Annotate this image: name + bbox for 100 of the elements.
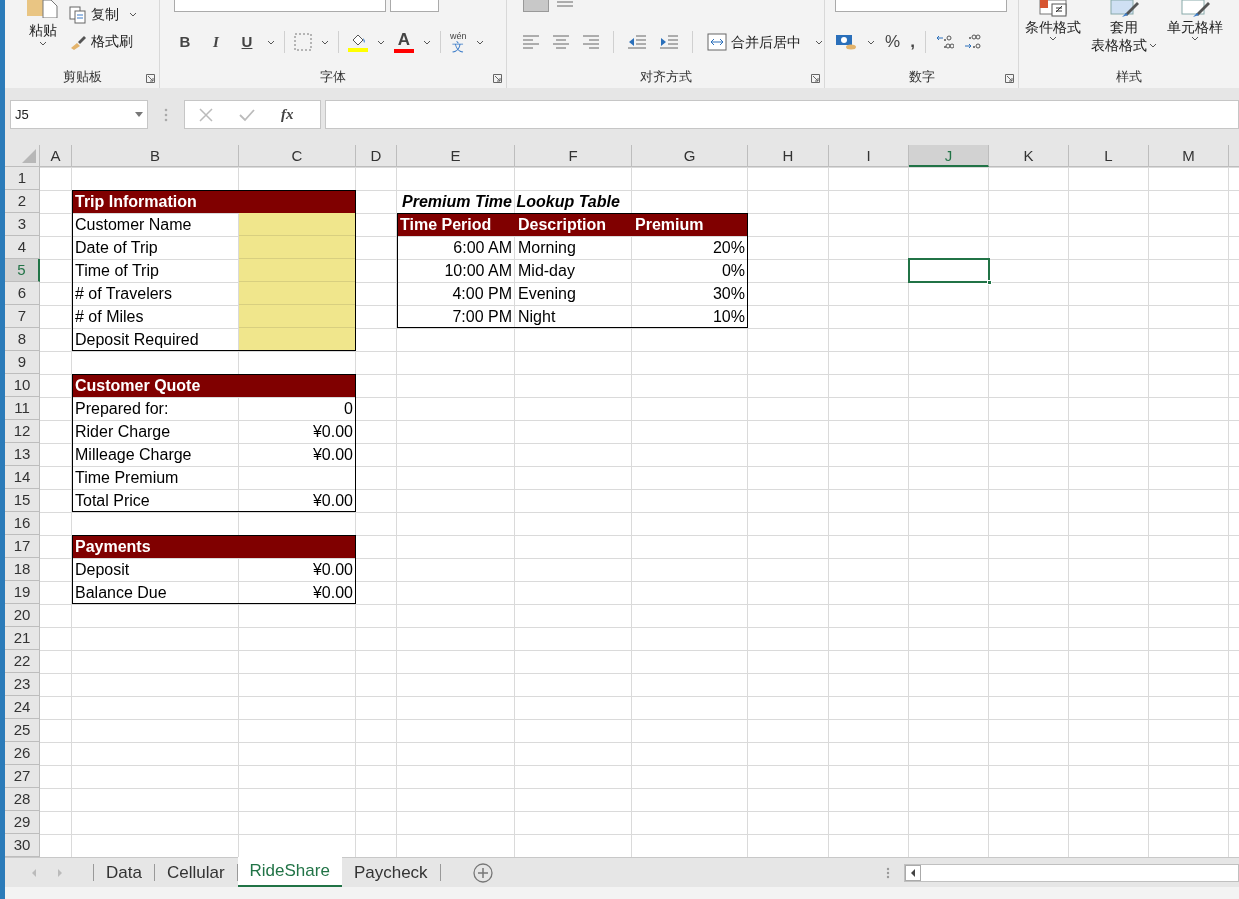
row-header[interactable]: 12 [5, 420, 40, 443]
font-size-field[interactable] [390, 0, 439, 12]
format-table-button[interactable]: 套用 表格格式 [1091, 0, 1157, 66]
row-header[interactable]: 11 [5, 397, 40, 420]
brush-icon [69, 33, 87, 50]
fill-color-icon [348, 32, 368, 52]
cell-value: ¥0.00 [311, 560, 354, 580]
row-header[interactable]: 16 [5, 512, 40, 535]
active-cell[interactable] [908, 258, 990, 283]
column-header[interactable] [1229, 145, 1239, 167]
select-all-button[interactable] [5, 145, 40, 167]
column-header[interactable]: G [632, 145, 748, 167]
row-header[interactable]: 9 [5, 351, 40, 374]
row-header[interactable]: 4 [5, 236, 40, 259]
phonetic-button[interactable]: wén 文 [450, 31, 467, 53]
table-cell-text: 30% [711, 284, 746, 304]
sheet-tab[interactable]: Paycheck [341, 858, 440, 887]
row-header[interactable]: 20 [5, 604, 40, 627]
row-header[interactable]: 13 [5, 443, 40, 466]
row-header[interactable]: 26 [5, 742, 40, 765]
row-header[interactable]: 17 [5, 535, 40, 558]
row-header[interactable]: 8 [5, 328, 40, 351]
row-header[interactable]: 15 [5, 489, 40, 512]
input-cell[interactable] [239, 213, 356, 236]
conditional-format-button[interactable]: 条件格式 [1025, 0, 1081, 66]
font-color-button[interactable]: A [394, 31, 414, 53]
horizontal-scrollbar[interactable] [904, 863, 1239, 882]
copy-icon [69, 5, 87, 24]
column-header[interactable]: K [989, 145, 1069, 167]
caret-icon [475, 39, 484, 45]
input-cell[interactable] [239, 259, 356, 282]
row-header[interactable]: 25 [5, 719, 40, 742]
row-header[interactable]: 21 [5, 627, 40, 650]
bold-button[interactable]: B [174, 30, 196, 54]
dialog-launcher-icon [811, 74, 820, 83]
column-header[interactable]: H [748, 145, 829, 167]
column-header[interactable]: M [1149, 145, 1229, 167]
sheet-tab[interactable]: RideShare [237, 857, 342, 887]
column-header[interactable]: L [1069, 145, 1149, 167]
caret-icon [867, 39, 875, 45]
row-header[interactable]: 29 [5, 811, 40, 834]
row-header[interactable]: 19 [5, 581, 40, 604]
row-header[interactable]: 5 [5, 259, 40, 282]
align-button[interactable] [523, 0, 549, 12]
row-header[interactable]: 7 [5, 305, 40, 328]
dialog-launcher-icon [146, 74, 155, 83]
cell-text: Rider Charge [74, 422, 172, 442]
copy-button[interactable]: 复制 [69, 4, 119, 25]
column-header[interactable]: F [515, 145, 632, 167]
paste-button[interactable]: 粘贴 [23, 0, 63, 66]
cell-text: Deposit [74, 560, 131, 580]
cell-value: ¥0.00 [311, 583, 354, 603]
column-header[interactable]: A [40, 145, 72, 167]
row-header[interactable]: 3 [5, 213, 40, 236]
format-painter-button[interactable]: 格式刷 [69, 31, 137, 52]
table-brush-icon [1109, 0, 1139, 18]
input-cell[interactable] [239, 305, 356, 328]
sheet-tab[interactable]: Cellular [154, 858, 237, 887]
percent-button[interactable]: % [885, 29, 901, 55]
column-header[interactable]: B [72, 145, 239, 167]
sheet-tab[interactable]: Data [94, 858, 154, 887]
row-header[interactable]: 27 [5, 765, 40, 788]
comma-button[interactable]: , [910, 29, 915, 55]
font-name-field[interactable] [174, 0, 386, 12]
column-header[interactable]: C [239, 145, 356, 167]
formula-field[interactable] [325, 100, 1239, 129]
row-header[interactable]: 30 [5, 834, 40, 857]
row-header[interactable]: 28 [5, 788, 40, 811]
input-cell[interactable] [239, 282, 356, 305]
row-header[interactable]: 1 [5, 167, 40, 190]
currency-icon [835, 33, 857, 51]
column-header[interactable]: E [397, 145, 515, 167]
column-header[interactable]: D [356, 145, 397, 167]
number-format-field[interactable] [835, 0, 1007, 12]
spreadsheet-grid[interactable] [5, 145, 1239, 857]
cancel-icon [199, 107, 213, 122]
row-header[interactable]: 10 [5, 374, 40, 397]
row-header[interactable]: 2 [5, 190, 40, 213]
cell-text: # of Miles [74, 307, 145, 327]
table-cell-text: 7:00 PM [451, 307, 513, 327]
cell-styles-button[interactable]: 单元格样 [1167, 0, 1223, 66]
underline-button[interactable]: U [236, 30, 258, 54]
insert-function-button[interactable]: fx [281, 103, 294, 126]
name-box[interactable]: J5 [10, 100, 148, 129]
merge-center-button[interactable]: 合并后居中 [707, 31, 801, 53]
caret-icon [815, 39, 823, 45]
row-header[interactable]: 22 [5, 650, 40, 673]
row-header[interactable]: 23 [5, 673, 40, 696]
row-header[interactable]: 14 [5, 466, 40, 489]
input-cell[interactable] [239, 328, 356, 351]
input-cell[interactable] [239, 236, 356, 259]
caret-icon [39, 41, 47, 46]
row-header[interactable]: 18 [5, 558, 40, 581]
group-label: 数字 [907, 68, 936, 86]
column-header[interactable]: I [829, 145, 909, 167]
row-header[interactable]: 24 [5, 696, 40, 719]
italic-button[interactable]: I [205, 30, 227, 54]
row-header[interactable]: 6 [5, 282, 40, 305]
caret-icon [1049, 36, 1057, 41]
column-header[interactable]: J [909, 145, 989, 167]
